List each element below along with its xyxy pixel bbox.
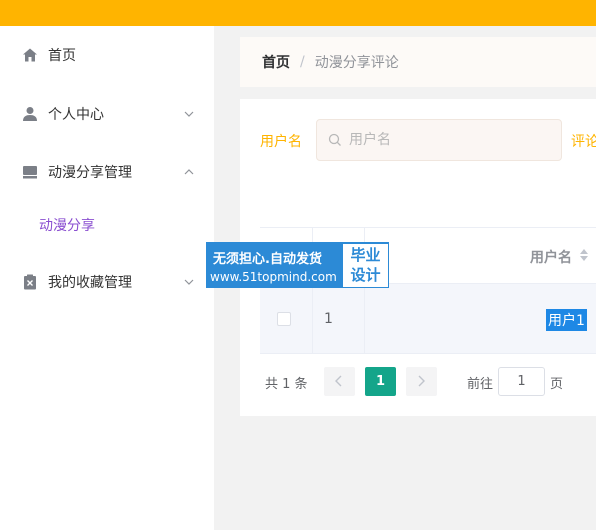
sidebar-item-label: 我的收藏管理 [48,275,132,291]
chevron-down-icon [184,111,194,117]
username-filter-label: 用户名 [260,134,302,150]
inbox-icon [23,166,37,179]
search-icon [328,133,341,146]
sidebar-subitem-label: 动漫分享 [39,218,95,234]
sidebar-item-label: 动漫分享管理 [48,165,132,181]
pagination-prev-button[interactable] [324,367,355,396]
chevron-up-icon [184,169,194,175]
user-icon [23,107,37,121]
sidebar-item-favorites-management[interactable]: 我的收藏管理 [0,262,214,302]
pagination-total: 共 1 条 [265,377,308,392]
clipboard-icon [24,274,36,290]
row-index: 1 [324,311,333,327]
sidebar-subitem-anime-share[interactable]: 动漫分享 [0,205,214,245]
home-icon [23,48,37,62]
sidebar-item-label: 首页 [48,48,76,64]
sidebar-item-personal-center[interactable]: 个人中心 [0,94,214,134]
pagination-page-suffix: 页 [550,377,564,392]
pagination-page-1[interactable]: 1 [365,367,396,396]
chevron-down-icon [184,279,194,285]
watermark-line1: 无须担心.自动发货 [213,252,322,267]
pagination-goto-input[interactable] [498,367,545,396]
watermark-badge-line1: 毕业 [350,246,381,264]
row-checkbox[interactable] [277,312,291,326]
sidebar: 首页 个人中心 动漫分享管理 动漫分享 我的收藏管理 [0,26,214,530]
column-header-username[interactable]: 用户名 [530,247,572,267]
comment-filter-label: 评论 [571,134,596,150]
chevron-right-icon [418,375,425,387]
row-username: 用户1 [546,309,587,331]
sort-icon[interactable] [579,248,589,262]
breadcrumb-current: 动漫分享评论 [314,55,399,71]
sidebar-item-anime-share-management[interactable]: 动漫分享管理 [0,152,214,192]
watermark-url: www.51topmind.com [210,270,337,284]
top-header-bar [0,0,596,26]
watermark-badge-line2: 设计 [350,266,381,284]
pagination-next-button[interactable] [406,367,437,396]
breadcrumb-separator: / [300,54,305,70]
sidebar-item-label: 个人中心 [48,107,104,123]
breadcrumb: 首页 / 动漫分享评论 [240,37,596,87]
username-search-input[interactable] [349,128,549,152]
sidebar-item-home[interactable]: 首页 [0,35,214,75]
breadcrumb-home[interactable]: 首页 [262,52,290,72]
username-search-field[interactable] [316,119,562,161]
pagination-goto-label: 前往 [467,377,494,392]
chevron-left-icon [335,375,342,387]
watermark-badge: 毕业 设计 [343,244,388,287]
watermark-overlay: 无须担心.自动发货 www.51topmind.com 毕业 设计 [206,242,389,288]
